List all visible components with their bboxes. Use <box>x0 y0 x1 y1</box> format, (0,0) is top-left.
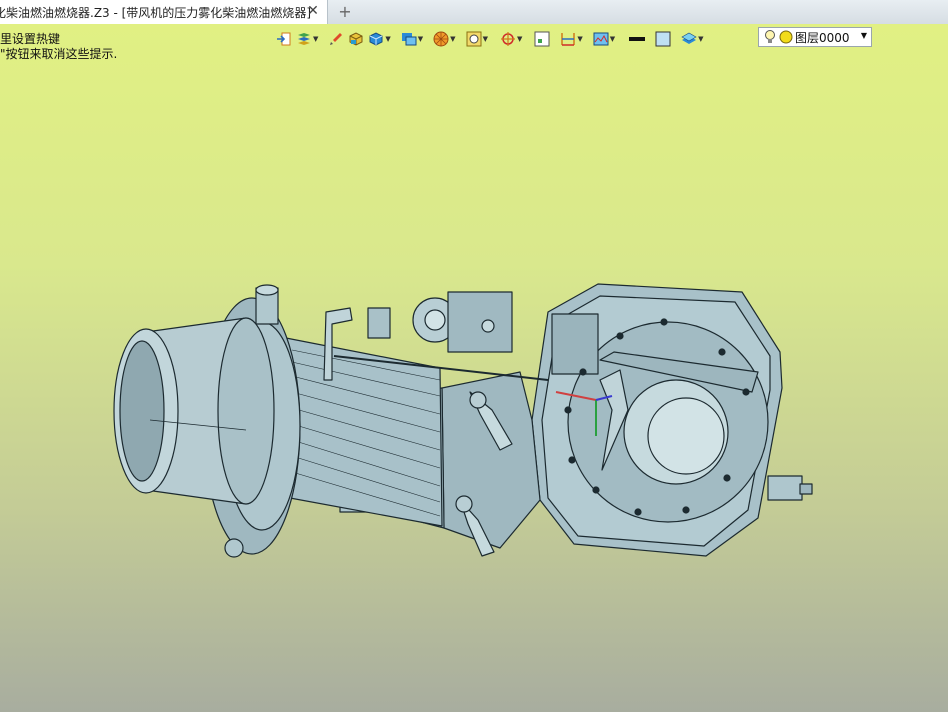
3d-viewport[interactable]: 里设置热键 "按钮来取消这些提示. ▼ ▼ ▼ ▼ ▼ ▼ ▼ ▼ ▼ 图层00… <box>0 24 948 712</box>
close-icon[interactable]: ✕ <box>305 3 321 19</box>
burner-3d-model[interactable] <box>0 24 948 712</box>
document-tab[interactable]: 化柴油燃油燃烧器.Z3 - [带风机的压力雾化柴油燃油燃烧器] ✕ <box>0 0 328 24</box>
tab-bar: 化柴油燃油燃烧器.Z3 - [带风机的压力雾化柴油燃油燃烧器] ✕ + <box>0 0 948 25</box>
document-tab-title: 化柴油燃油燃烧器.Z3 - [带风机的压力雾化柴油燃油燃烧器] <box>0 5 311 20</box>
plus-icon[interactable]: + <box>336 2 354 22</box>
